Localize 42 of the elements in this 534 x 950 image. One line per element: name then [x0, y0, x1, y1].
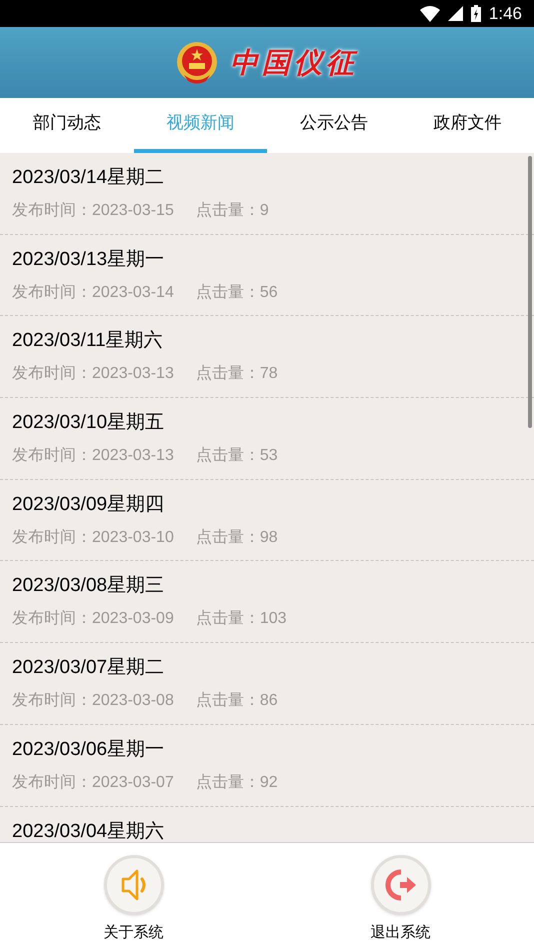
news-title: 2023/03/11星期六	[12, 329, 164, 354]
click-count: 点击量：56	[196, 282, 278, 303]
news-item[interactable]: 2023/03/06星期一 发布时间：2023-03-07 点击量：92	[0, 724, 534, 806]
publish-date: 发布时间：2023-03-14	[12, 282, 174, 303]
wifi-icon	[420, 6, 440, 22]
publish-date: 发布时间：2023-03-07	[12, 772, 174, 793]
news-title: 2023/03/07星期二	[12, 656, 166, 680]
app-title: 中国仪征	[230, 44, 358, 80]
bottom-button[interactable]: 关于系统	[74, 855, 194, 950]
publish-date: 发布时间：2023-03-10	[12, 528, 174, 548]
tab[interactable]: 政府文件	[400, 98, 534, 153]
emblem-icon	[176, 40, 218, 84]
publish-date: 发布时间：2023-03-13	[12, 446, 174, 466]
news-item[interactable]: 2023/03/07星期二 发布时间：2023-03-08 点击量：86	[0, 643, 534, 725]
clock: 1:46	[488, 2, 522, 25]
bottom-button[interactable]: 退出系统	[340, 855, 460, 950]
signal-icon	[448, 6, 463, 21]
news-item[interactable]: 2023/03/09星期四 发布时间：2023-03-10 点击量：98	[0, 480, 534, 562]
click-count: 点击量：78	[196, 364, 278, 384]
speaker-icon	[120, 868, 148, 902]
publish-date: 发布时间：2023-03-15	[12, 200, 174, 221]
news-title: 2023/03/09星期四	[12, 492, 166, 517]
news-title: 2023/03/10星期五	[12, 411, 166, 436]
news-title: 2023/03/14星期二	[12, 166, 166, 190]
exit-icon	[384, 868, 418, 902]
news-item[interactable]: 2023/03/08星期三 发布时间：2023-03-09 点击量：103	[0, 561, 534, 644]
tab[interactable]: 部门动态	[0, 98, 134, 153]
news-title: 2023/03/04星期六	[12, 820, 166, 842]
news-title: 2023/03/06星期一	[12, 738, 166, 762]
click-count: 点击量：9	[196, 200, 269, 221]
news-title: 2023/03/08星期三	[12, 574, 166, 598]
publish-date: 发布时间：2023-03-08	[12, 690, 174, 712]
publish-date: 发布时间：2023-03-13	[12, 364, 174, 384]
click-count: 点击量：92	[196, 772, 278, 793]
click-count: 点击量：53	[196, 446, 278, 466]
battery-icon	[470, 5, 481, 22]
click-count: 点击量：86	[196, 690, 278, 712]
tab[interactable]: 公示公告	[267, 98, 400, 153]
news-title: 2023/03/13星期一	[12, 248, 166, 272]
click-count: 点击量：103	[196, 608, 287, 630]
publish-date: 发布时间：2023-03-09	[12, 608, 174, 630]
click-count: 点击量：98	[196, 528, 278, 548]
